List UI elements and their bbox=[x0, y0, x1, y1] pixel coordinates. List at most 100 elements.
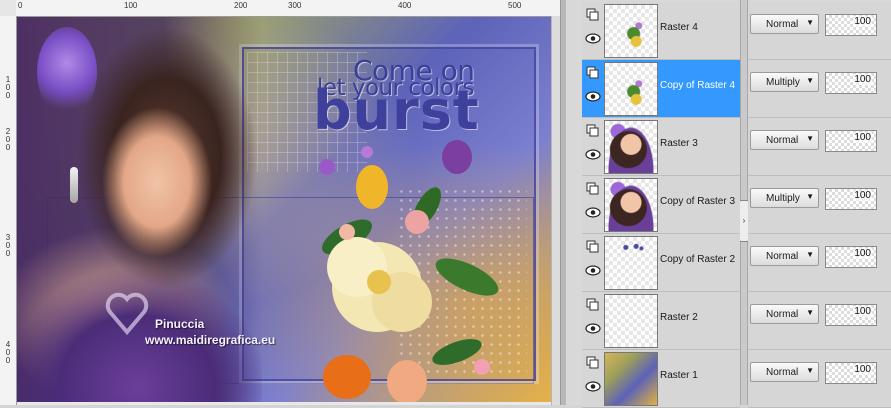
layer-item[interactable]: Raster 3 bbox=[582, 118, 740, 176]
layer-row[interactable]: Copy of Raster 4 Multiply ▼ 100 bbox=[566, 60, 891, 118]
layer-icons bbox=[584, 66, 602, 110]
blend-mode-dropdown[interactable]: Multiply ▼ bbox=[750, 188, 819, 208]
layer-row[interactable]: Raster 4 Normal ▼ 100 bbox=[566, 2, 891, 60]
ruler-label: 200 bbox=[5, 127, 11, 152]
blend-mode-label: Normal bbox=[766, 309, 799, 320]
eye-icon[interactable] bbox=[585, 33, 601, 44]
horizontal-ruler: 0 100 200 300 400 500 bbox=[16, 0, 560, 17]
layer-icons bbox=[584, 298, 602, 342]
ruler-label: 0 bbox=[18, 1, 23, 10]
layer-group-icon[interactable] bbox=[586, 8, 599, 21]
layer-group-icon[interactable] bbox=[586, 356, 599, 369]
canvas-area[interactable]: 0 100 200 300 400 500 100 200 300 400 Co… bbox=[0, 0, 560, 405]
layer-thumbnail-art bbox=[605, 353, 657, 405]
chevron-down-icon: ▼ bbox=[806, 134, 814, 143]
layer-item[interactable]: Raster 1 bbox=[582, 350, 740, 408]
layer-item[interactable]: Copy of Raster 4 bbox=[582, 60, 740, 118]
layer-item[interactable]: Copy of Raster 2 bbox=[582, 234, 740, 292]
blend-mode-label: Normal bbox=[766, 367, 799, 378]
layer-group-icon[interactable] bbox=[586, 124, 599, 137]
vertical-scrollbar[interactable] bbox=[551, 16, 560, 405]
ruler-label: 300 bbox=[5, 233, 11, 258]
layer-row[interactable]: Copy of Raster 3 Multiply ▼ 100 bbox=[566, 176, 891, 234]
eye-icon[interactable] bbox=[585, 149, 601, 160]
layer-icons bbox=[584, 124, 602, 168]
eye-icon[interactable] bbox=[585, 323, 601, 334]
eye-icon[interactable] bbox=[585, 381, 601, 392]
blend-mode-dropdown[interactable]: Multiply ▼ bbox=[750, 72, 819, 92]
layer-thumbnail[interactable] bbox=[604, 352, 658, 406]
eye-icon[interactable] bbox=[585, 207, 601, 218]
blend-mode-label: Multiply bbox=[766, 193, 800, 204]
ruler-corner bbox=[0, 0, 17, 17]
opacity-field[interactable]: 100 bbox=[825, 130, 877, 152]
opacity-field[interactable]: 100 bbox=[825, 304, 877, 326]
artwork-image[interactable]: Come on let your colors burst Pinuccia w… bbox=[17, 17, 552, 402]
layer-row[interactable]: Raster 2 Normal ▼ 100 bbox=[566, 292, 891, 350]
layer-item[interactable]: Copy of Raster 3 bbox=[582, 176, 740, 234]
opacity-field[interactable]: 100 bbox=[825, 14, 877, 36]
opacity-field[interactable]: 100 bbox=[825, 72, 877, 94]
chevron-down-icon: ▼ bbox=[806, 76, 814, 85]
layer-item[interactable]: Raster 4 bbox=[582, 2, 740, 60]
layer-thumbnail-art bbox=[605, 121, 657, 173]
ruler-label: 500 bbox=[508, 1, 522, 10]
layer-group-icon[interactable] bbox=[586, 298, 599, 311]
layer-name: Copy of Raster 4 bbox=[660, 80, 736, 91]
ruler-label: 400 bbox=[5, 340, 11, 365]
chevron-down-icon: ▼ bbox=[806, 308, 814, 317]
layer-thumbnail[interactable] bbox=[604, 62, 658, 116]
opacity-field[interactable]: 100 bbox=[825, 188, 877, 210]
layer-group-icon[interactable] bbox=[586, 240, 599, 253]
layer-thumbnail[interactable] bbox=[604, 236, 658, 290]
blend-mode-dropdown[interactable]: Normal ▼ bbox=[750, 14, 819, 34]
layer-icons bbox=[584, 356, 602, 400]
blend-mode-dropdown[interactable]: Normal ▼ bbox=[750, 130, 819, 150]
layer-row[interactable]: Raster 3 Normal ▼ 100 bbox=[566, 118, 891, 176]
layer-thumbnail-art bbox=[605, 295, 657, 347]
layer-thumbnail[interactable] bbox=[604, 4, 658, 58]
chevron-down-icon: ▼ bbox=[806, 250, 814, 259]
earring bbox=[70, 167, 78, 203]
layer-icons bbox=[584, 182, 602, 226]
watermark-url: www.maidiregrafica.eu bbox=[145, 333, 276, 347]
layer-properties: Normal ▼ 100 bbox=[748, 2, 891, 60]
layer-thumbnail[interactable] bbox=[604, 178, 658, 232]
layer-thumbnail[interactable] bbox=[604, 120, 658, 174]
blend-mode-label: Normal bbox=[766, 135, 799, 146]
opacity-value: 100 bbox=[853, 364, 872, 375]
eye-icon[interactable] bbox=[585, 91, 601, 102]
opacity-value: 100 bbox=[853, 190, 872, 201]
blend-mode-dropdown[interactable]: Normal ▼ bbox=[750, 304, 819, 324]
layer-thumbnail[interactable] bbox=[604, 294, 658, 348]
layer-group-icon[interactable] bbox=[586, 182, 599, 195]
layer-row[interactable]: Raster 1 Normal ▼ 100 bbox=[566, 350, 891, 408]
layer-item[interactable]: Raster 2 bbox=[582, 292, 740, 350]
blend-mode-label: Multiply bbox=[766, 77, 800, 88]
opacity-field[interactable]: 100 bbox=[825, 362, 877, 384]
ruler-label: 200 bbox=[234, 1, 248, 10]
opacity-field[interactable]: 100 bbox=[825, 246, 877, 268]
layer-properties: Normal ▼ 100 bbox=[748, 118, 891, 176]
chevron-down-icon: ▼ bbox=[806, 366, 814, 375]
watermark-name: Pinuccia bbox=[155, 317, 205, 331]
blend-mode-dropdown[interactable]: Normal ▼ bbox=[750, 246, 819, 266]
eye-icon[interactable] bbox=[585, 265, 601, 276]
blend-mode-dropdown[interactable]: Normal ▼ bbox=[750, 362, 819, 382]
layer-name: Raster 3 bbox=[660, 138, 698, 149]
flower-bouquet bbox=[319, 140, 499, 402]
layer-row[interactable]: Copy of Raster 2 Normal ▼ 100 bbox=[566, 234, 891, 292]
ruler-label: 100 bbox=[124, 1, 138, 10]
opacity-value: 100 bbox=[853, 306, 872, 317]
layers-panel: › Raster 4 Normal ▼ 100 Copy of Raster 4… bbox=[566, 0, 891, 408]
layer-name: Raster 1 bbox=[660, 370, 698, 381]
layer-thumbnail-art bbox=[605, 63, 657, 115]
layer-name: Raster 2 bbox=[660, 312, 698, 323]
chevron-down-icon: ▼ bbox=[806, 18, 814, 27]
layer-properties: Normal ▼ 100 bbox=[748, 292, 891, 350]
layer-icons bbox=[584, 8, 602, 52]
layer-thumbnail-art bbox=[605, 237, 657, 289]
layer-thumbnail-art bbox=[605, 179, 657, 231]
layer-group-icon[interactable] bbox=[586, 66, 599, 79]
ruler-label: 300 bbox=[288, 1, 302, 10]
